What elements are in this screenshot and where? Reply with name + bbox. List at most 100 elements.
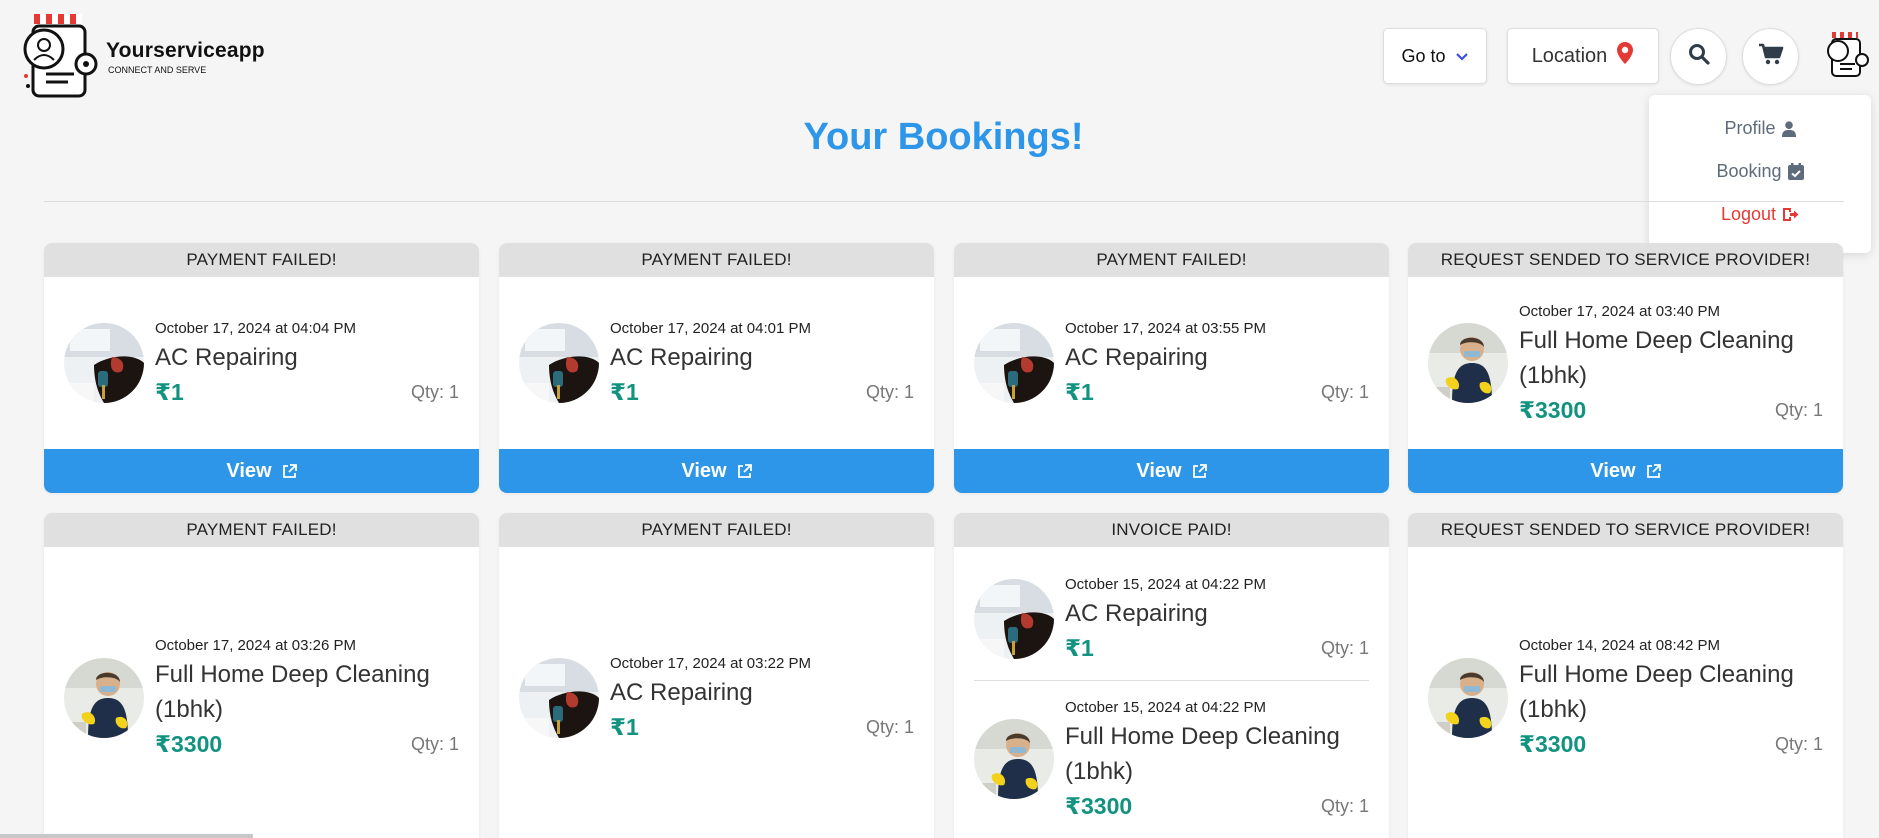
chevron-down-icon (1455, 46, 1469, 67)
service-name: AC Repairing (155, 344, 298, 371)
booking-card: PAYMENT FAILED! October 17, 2024 at 04:01… (499, 243, 934, 493)
map-pin-icon (1616, 41, 1634, 71)
booking-card: REQUEST SENDED TO SERVICE PROVIDER! Octob… (1408, 243, 1843, 493)
top-nav: Go to Location (0, 28, 1879, 86)
title-divider (44, 201, 1844, 202)
external-link-icon (1192, 463, 1207, 478)
booking-status: PAYMENT FAILED! (44, 243, 479, 277)
booking-date: October 17, 2024 at 03:40 PM (1519, 302, 1720, 320)
booking-items: October 17, 2024 at 03:40 PM Full Home De… (1408, 277, 1843, 449)
logout-icon (1783, 208, 1799, 221)
goto-label: Go to (1401, 45, 1446, 66)
booking-items: October 17, 2024 at 03:22 PM AC Repairing… (499, 547, 934, 838)
booking-card: PAYMENT FAILED! October 17, 2024 at 03:55… (954, 243, 1389, 493)
booking-item: October 17, 2024 at 04:01 PM AC Repairing… (519, 320, 914, 406)
cart-icon (1758, 43, 1784, 70)
view-label: View (1136, 459, 1182, 482)
booking-status: REQUEST SENDED TO SERVICE PROVIDER! (1408, 513, 1843, 547)
menu-item-logout[interactable]: Logout (1649, 193, 1871, 236)
booking-card: REQUEST SENDED TO SERVICE PROVIDER! Octob… (1408, 513, 1843, 838)
booking-status: PAYMENT FAILED! (499, 243, 934, 277)
booking-item: October 15, 2024 at 04:22 PM Full Home De… (974, 679, 1369, 820)
service-price: ₹1 (610, 379, 639, 405)
service-name: Full Home Deep Cleaning (1bhk) (1519, 661, 1794, 723)
booking-date: October 17, 2024 at 03:55 PM (1065, 320, 1266, 337)
service-quantity: Qty: 1 (865, 382, 914, 402)
view-label: View (681, 459, 727, 482)
service-price: ₹1 (155, 379, 184, 405)
booking-card: PAYMENT FAILED! October 17, 2024 at 03:26… (44, 513, 479, 838)
service-quantity: Qty: 1 (1774, 734, 1823, 754)
external-link-icon (1646, 463, 1661, 478)
location-button[interactable]: Location (1507, 28, 1659, 84)
booking-item: October 17, 2024 at 03:40 PM Full Home De… (1428, 303, 1823, 424)
booking-item: October 17, 2024 at 03:55 PM AC Repairing… (974, 320, 1369, 406)
booking-card: INVOICE PAID! October 15, 2024 at 04:22 P… (954, 513, 1389, 838)
booking-date: October 17, 2024 at 03:26 PM (155, 637, 356, 654)
search-button[interactable] (1670, 28, 1727, 85)
service-quantity: Qty: 1 (410, 734, 459, 754)
booking-status: INVOICE PAID! (954, 513, 1389, 547)
view-booking-button[interactable]: View (44, 449, 479, 493)
booking-items: October 17, 2024 at 03:26 PM Full Home De… (44, 547, 479, 838)
service-thumbnail (974, 578, 1054, 659)
page-title: Your Bookings! (803, 116, 1084, 158)
booking-items: October 17, 2024 at 04:04 PM AC Repairing… (44, 277, 479, 449)
calendar-check-icon (1787, 163, 1804, 180)
booking-date: October 17, 2024 at 03:22 PM (610, 654, 811, 672)
service-quantity: Qty: 1 (1774, 399, 1823, 420)
search-icon (1688, 43, 1710, 70)
booking-items: October 14, 2024 at 08:42 PM Full Home De… (1408, 547, 1843, 838)
service-quantity: Qty: 1 (1320, 637, 1369, 658)
menu-booking-label: Booking (1716, 161, 1782, 181)
service-name: Full Home Deep Cleaning (1bhk) (155, 661, 430, 723)
service-price: ₹1 (1065, 379, 1094, 405)
avatar-logo-icon (1827, 32, 1869, 77)
service-thumbnail (1428, 657, 1508, 738)
service-price: ₹3300 (1519, 731, 1587, 757)
external-link-icon (737, 463, 752, 478)
location-label: Location (1531, 44, 1608, 67)
service-price: ₹3300 (155, 731, 223, 757)
service-name: AC Repairing (610, 678, 753, 706)
booking-item: October 17, 2024 at 03:26 PM Full Home De… (64, 637, 459, 758)
booking-card: PAYMENT FAILED! October 17, 2024 at 04:04… (44, 243, 479, 493)
goto-dropdown-button[interactable]: Go to (1383, 28, 1487, 84)
service-thumbnail (1428, 323, 1508, 403)
booking-items: October 17, 2024 at 04:01 PM AC Repairing… (499, 277, 934, 449)
service-thumbnail (64, 657, 144, 738)
service-name: Full Home Deep Cleaning (1bhk) (1065, 722, 1340, 785)
booking-date: October 15, 2024 at 04:22 PM (1065, 575, 1266, 593)
cart-button[interactable] (1742, 28, 1799, 85)
booking-item: October 17, 2024 at 03:22 PM AC Repairing… (519, 655, 914, 741)
service-quantity: Qty: 1 (865, 716, 914, 737)
booking-date: October 14, 2024 at 08:42 PM (1519, 637, 1720, 654)
booking-date: October 17, 2024 at 04:01 PM (610, 320, 811, 337)
service-thumbnail (519, 657, 599, 738)
user-avatar-button[interactable] (1822, 30, 1870, 78)
horizontal-scrollbar[interactable] (0, 834, 253, 838)
service-thumbnail (519, 323, 599, 403)
menu-logout-label: Logout (1720, 204, 1777, 224)
service-thumbnail (974, 323, 1054, 403)
view-booking-button[interactable]: View (954, 449, 1389, 493)
booking-status: REQUEST SENDED TO SERVICE PROVIDER! (1408, 243, 1843, 277)
service-name: AC Repairing (1065, 599, 1208, 627)
service-quantity: Qty: 1 (1320, 382, 1369, 402)
service-thumbnail (64, 323, 144, 403)
booking-item: October 15, 2024 at 04:22 PM AC Repairing… (974, 576, 1369, 662)
booking-item: October 14, 2024 at 08:42 PM Full Home De… (1428, 637, 1823, 758)
service-quantity: Qty: 1 (410, 382, 459, 402)
view-booking-button[interactable]: View (1408, 449, 1843, 493)
booking-status: PAYMENT FAILED! (499, 513, 934, 547)
booking-date: October 15, 2024 at 04:22 PM (1065, 698, 1266, 716)
service-quantity: Qty: 1 (1320, 795, 1369, 816)
service-price: ₹3300 (1065, 792, 1133, 819)
service-thumbnail (974, 719, 1054, 799)
booking-item: October 17, 2024 at 04:04 PM AC Repairing… (64, 320, 459, 406)
service-price: ₹3300 (1519, 396, 1587, 423)
view-booking-button[interactable]: View (499, 449, 934, 493)
external-link-icon (282, 463, 297, 478)
booking-items: October 17, 2024 at 03:55 PM AC Repairing… (954, 277, 1389, 449)
service-name: AC Repairing (610, 344, 753, 371)
